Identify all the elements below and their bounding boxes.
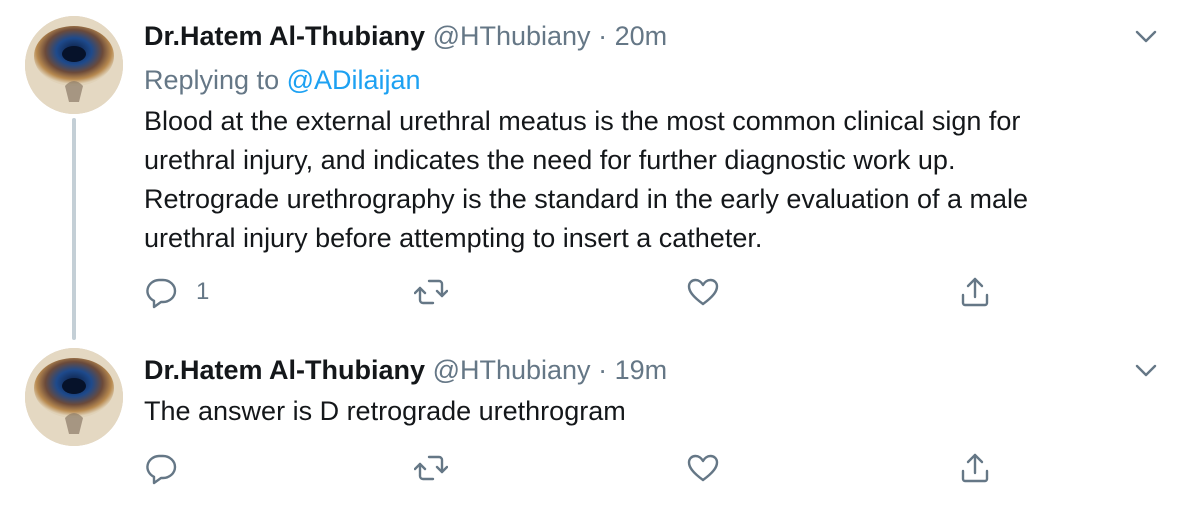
author-handle[interactable]: @HThubiany: [433, 21, 591, 51]
separator-dot: ·: [598, 21, 608, 51]
reply-button[interactable]: [144, 448, 196, 488]
author-name[interactable]: Dr.Hatem Al-Thubiany: [144, 355, 425, 385]
tweet-text: The answer is D retrograde urethrogram: [144, 392, 1164, 431]
retweet-arrows-icon: [414, 455, 448, 481]
tweet[interactable]: Dr.Hatem Al-Thubiany @HThubiany · 19m Th…: [0, 340, 1190, 506]
reply-count: 1: [196, 278, 210, 305]
heart-icon: [687, 454, 719, 482]
tweet-header: Dr.Hatem Al-Thubiany @HThubiany · 19m: [144, 350, 667, 390]
speech-bubble-icon: [146, 278, 177, 309]
like-button[interactable]: [686, 448, 720, 488]
like-button[interactable]: [686, 272, 720, 312]
avatar-image: [25, 348, 123, 446]
tweet-text-line: urethral injury, and indicates the need …: [144, 145, 956, 175]
tweet-actions: 1: [144, 272, 1044, 312]
avatar[interactable]: [25, 348, 123, 446]
share-upload-icon: [961, 277, 989, 307]
retweet-button[interactable]: [414, 272, 448, 312]
tweet-header: Dr.Hatem Al-Thubiany @HThubiany · 20m: [144, 16, 667, 56]
share-button[interactable]: [958, 448, 992, 488]
chevron-down-icon[interactable]: [1132, 22, 1160, 50]
share-button[interactable]: [958, 272, 992, 312]
avatar-image: [25, 16, 123, 114]
tweet-text-line: urethral injury before attempting to ins…: [144, 223, 763, 253]
retweet-button[interactable]: [414, 448, 448, 488]
tweet-text-line: The answer is D retrograde urethrogram: [144, 396, 626, 426]
reply-button[interactable]: 1: [144, 272, 209, 312]
tweet[interactable]: Dr.Hatem Al-Thubiany @HThubiany · 20m Re…: [0, 0, 1190, 340]
chevron-down-icon[interactable]: [1132, 356, 1160, 384]
tweet-text-line: Retrograde urethrography is the standard…: [144, 184, 1029, 214]
replying-to-label: Replying to: [144, 65, 280, 95]
heart-icon: [687, 278, 719, 306]
separator-dot: ·: [598, 355, 608, 385]
mention-link[interactable]: @ADilaijan: [287, 65, 421, 95]
tweet-actions: [144, 448, 1044, 488]
replying-to: Replying to @ADilaijan: [144, 60, 421, 100]
avatar[interactable]: [25, 16, 123, 114]
tweet-timestamp[interactable]: 20m: [615, 21, 668, 51]
share-upload-icon: [961, 453, 989, 483]
author-name[interactable]: Dr.Hatem Al-Thubiany: [144, 21, 425, 51]
tweet-text-line: Blood at the external urethral meatus is…: [144, 106, 1021, 136]
retweet-arrows-icon: [414, 279, 448, 305]
tweet-timestamp[interactable]: 19m: [615, 355, 668, 385]
speech-bubble-icon: [146, 454, 177, 485]
thread-line: [72, 118, 76, 340]
tweet-text: Blood at the external urethral meatus is…: [144, 102, 1164, 258]
author-handle[interactable]: @HThubiany: [433, 355, 591, 385]
